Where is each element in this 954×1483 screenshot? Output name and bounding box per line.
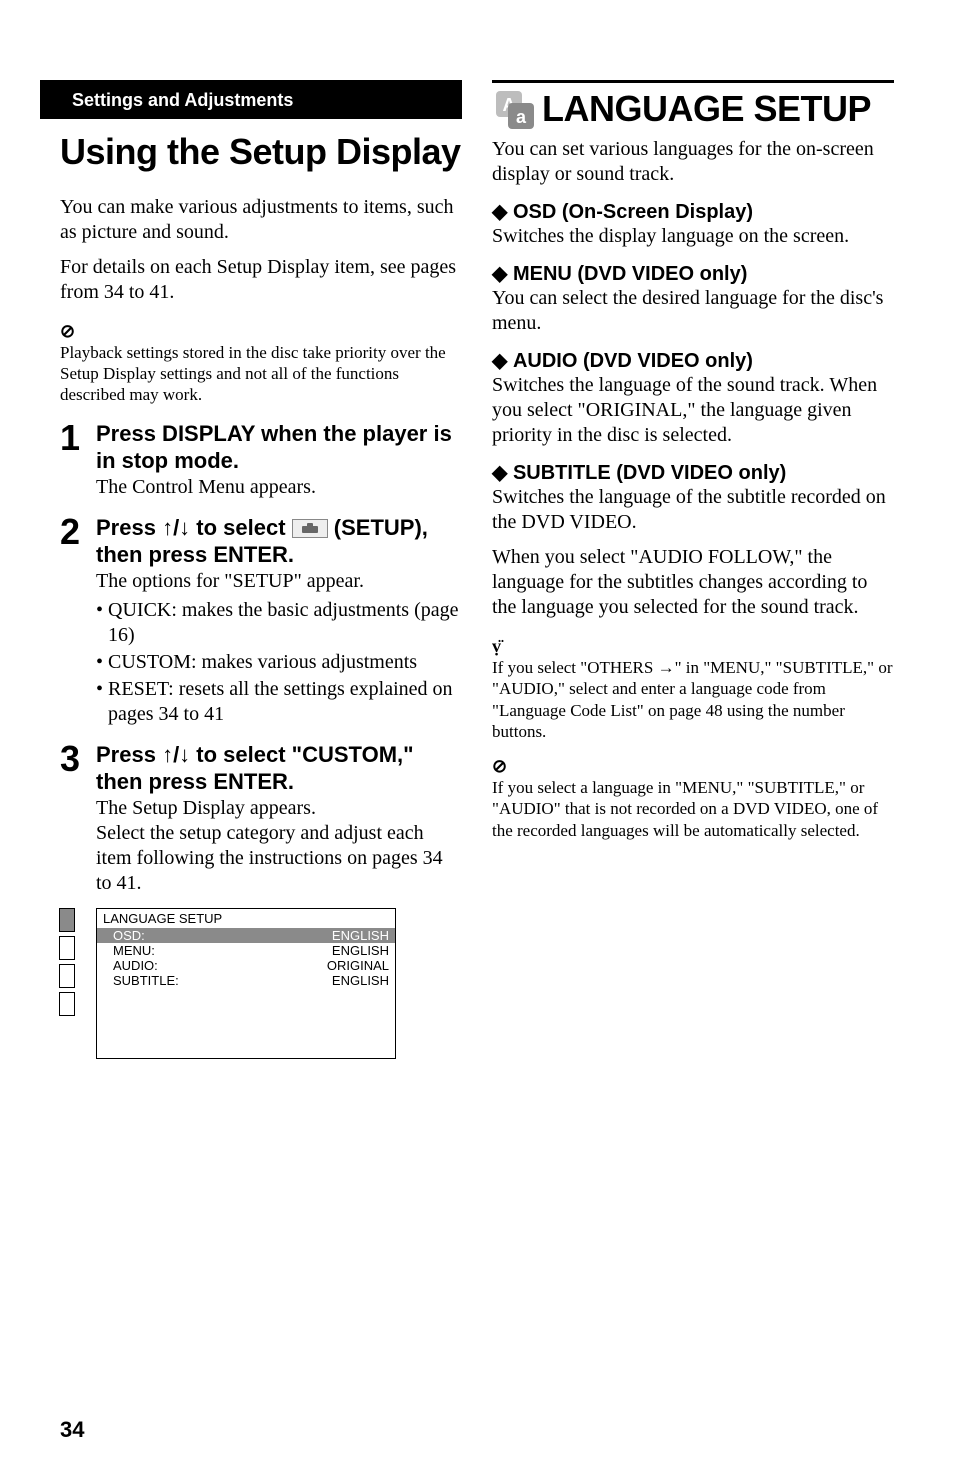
step-para: The Control Menu appears. <box>96 475 462 500</box>
step-head: Press ↑/↓ to select (SETUP), then press … <box>96 514 462 569</box>
step-para: The Setup Display appears. <box>96 796 462 821</box>
bullet: QUICK: makes the basic adjustments (page… <box>96 598 462 648</box>
tab-icon <box>59 992 75 1016</box>
bullet: RESET: resets all the settings explained… <box>96 677 462 727</box>
setup-row-menu: MENU: ENGLISH <box>97 943 395 958</box>
step-body: The Setup Display appears. Select the se… <box>96 796 462 896</box>
setup-row-value: ENGLISH <box>332 973 389 988</box>
subhead-menu: MENU (DVD VIDEO only) <box>492 261 894 286</box>
step-head: Press DISPLAY when the player is in stop… <box>96 420 462 475</box>
step-1: 1 Press DISPLAY when the player is in st… <box>60 420 462 475</box>
setup-row-label: SUBTITLE: <box>113 973 179 988</box>
right-title-row: A a LANGUAGE SETUP <box>492 80 894 131</box>
step-para-2: Select the setup category and adjust eac… <box>96 821 462 896</box>
sub-body: Switches the display language on the scr… <box>492 224 894 249</box>
tip-text: If you select "OTHERS →" in "MENU," "SUB… <box>492 657 894 742</box>
step-head-part: to select <box>190 515 291 540</box>
setup-row-subtitle: SUBTITLE: ENGLISH <box>97 973 395 988</box>
sub-body: Switches the language of the sound track… <box>492 373 894 448</box>
setup-side-tabs <box>59 908 75 1020</box>
right-note: If you select a language in "MENU," "SUB… <box>492 777 894 841</box>
setup-row-value: ENGLISH <box>332 928 389 943</box>
setup-row-label: MENU: <box>113 943 155 958</box>
right-intro: You can set various languages for the on… <box>492 137 894 187</box>
subhead-subtitle: SUBTITLE (DVD VIDEO only) <box>492 460 894 485</box>
step-body: The Control Menu appears. <box>96 475 462 500</box>
language-icon: A a <box>492 87 536 131</box>
setup-table-title: LANGUAGE SETUP <box>96 908 396 928</box>
setup-row-value: ENGLISH <box>332 943 389 958</box>
step-num: 1 <box>60 420 86 456</box>
left-intro-1: You can make various adjustments to item… <box>60 195 462 245</box>
setup-row-osd: OSD: ENGLISH <box>97 928 395 943</box>
step-bullets: QUICK: makes the basic adjustments (page… <box>96 598 462 727</box>
setup-row-audio: AUDIO: ORIGINAL <box>97 958 395 973</box>
tab-icon <box>59 936 75 960</box>
step-3: 3 Press ↑/↓ to select "CUSTOM," then pre… <box>60 741 462 796</box>
section-header-bar: Settings and Adjustments <box>40 80 462 119</box>
step-2: 2 Press ↑/↓ to select (SETUP), then pres… <box>60 514 462 569</box>
setup-row-value: ORIGINAL <box>327 958 389 973</box>
step-num: 3 <box>60 741 86 777</box>
arrow-up-down-icon: ↑/↓ <box>162 515 190 540</box>
setup-toolbox-icon <box>292 519 328 538</box>
arrow-up-down-icon: ↑/↓ <box>162 742 190 767</box>
left-column: Settings and Adjustments Using the Setup… <box>60 80 462 1059</box>
setup-row-label: OSD: <box>113 928 145 943</box>
section-label: Settings and Adjustments <box>72 90 293 110</box>
note-icon: ⊘ <box>492 756 507 777</box>
setup-table-rows: OSD: ENGLISH MENU: ENGLISH AUDIO: ORIGIN… <box>96 928 396 1059</box>
tip-icon: ṿ̈ <box>492 636 501 657</box>
step-para: The options for "SETUP" appear. <box>96 569 462 594</box>
bullet: CUSTOM: makes various adjustments <box>96 650 462 675</box>
step-num: 2 <box>60 514 86 550</box>
step-body: The options for "SETUP" appear. QUICK: m… <box>96 569 462 727</box>
note-icon: ⊘ <box>60 321 75 342</box>
svg-text:a: a <box>516 107 527 127</box>
setup-row-label: AUDIO: <box>113 958 158 973</box>
tab-icon <box>59 964 75 988</box>
sub-body: You can select the desired language for … <box>492 286 894 336</box>
left-title: Using the Setup Display <box>60 133 462 171</box>
right-title: LANGUAGE SETUP <box>542 90 871 128</box>
right-column: A a LANGUAGE SETUP You can set various l… <box>492 80 894 1059</box>
page: Settings and Adjustments Using the Setup… <box>0 0 954 1099</box>
tab-icon <box>59 908 75 932</box>
sub-body: When you select "AUDIO FOLLOW," the lang… <box>492 545 894 620</box>
sub-body: Switches the language of the subtitle re… <box>492 485 894 535</box>
setup-display-figure: LANGUAGE SETUP OSD: ENGLISH MENU: ENGLIS… <box>60 908 462 1059</box>
subhead-audio: AUDIO (DVD VIDEO only) <box>492 348 894 373</box>
step-head-part: Press <box>96 742 162 767</box>
step-head: Press ↑/↓ to select "CUSTOM," then press… <box>96 741 462 796</box>
left-intro-2: For details on each Setup Display item, … <box>60 255 462 305</box>
left-note: Playback settings stored in the disc tak… <box>60 342 462 406</box>
step-head-part: Press <box>96 515 162 540</box>
page-number: 34 <box>60 1417 84 1443</box>
subhead-osd: OSD (On-Screen Display) <box>492 199 894 224</box>
